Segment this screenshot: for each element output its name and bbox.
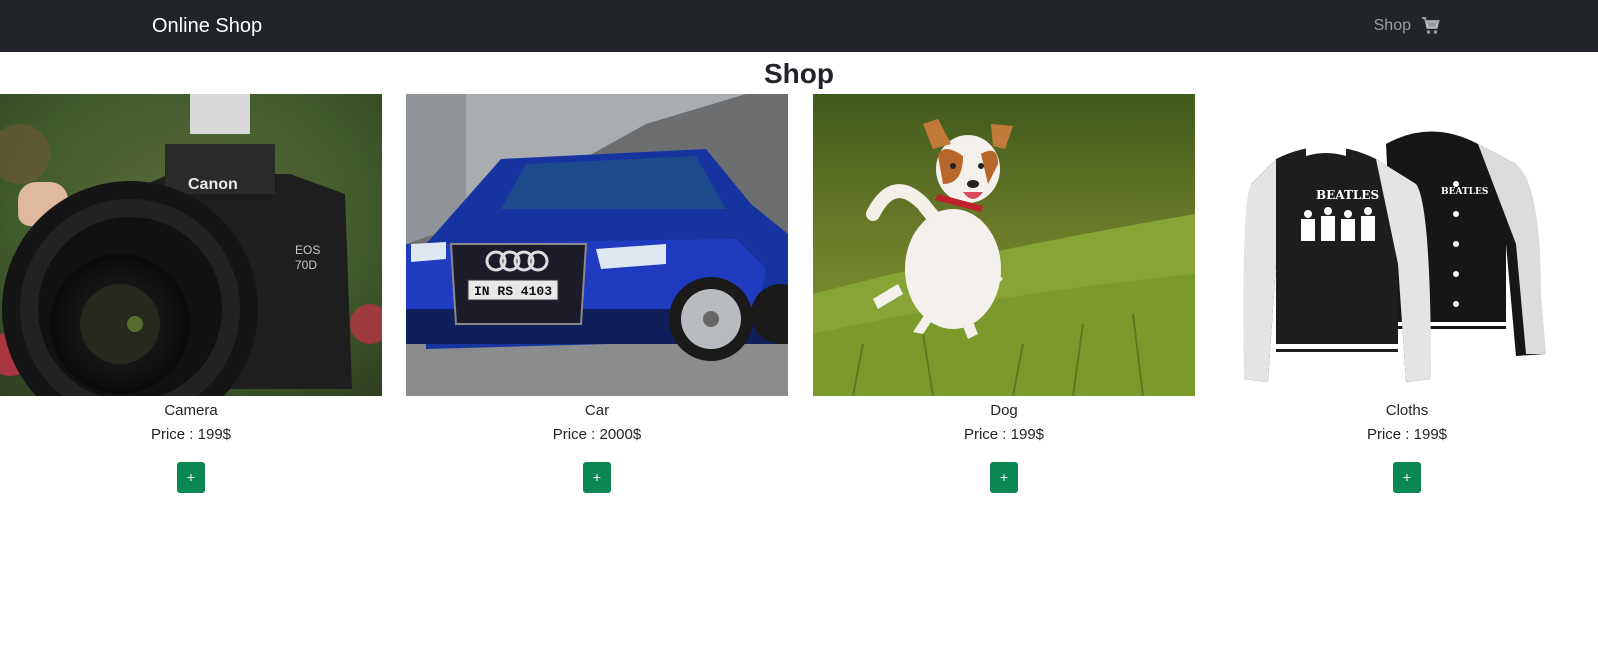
svg-text:70D: 70D <box>295 258 317 272</box>
svg-text:EOS: EOS <box>295 243 320 257</box>
product-name: Dog <box>990 402 1018 419</box>
add-to-cart-button[interactable]: + <box>990 462 1018 493</box>
product-name: Cloths <box>1385 402 1429 419</box>
nav-link-shop[interactable]: Shop <box>1374 15 1411 37</box>
add-to-cart-button[interactable]: + <box>583 462 611 493</box>
svg-text:IN RS 4103: IN RS 4103 <box>474 284 552 299</box>
navbar: Online Shop Shop <box>0 0 1598 52</box>
svg-text:BEATLES: BEATLES <box>1316 188 1379 202</box>
add-to-cart-button[interactable]: + <box>177 462 205 493</box>
product-image-cloths: BEATLES BEATLES <box>1216 94 1598 396</box>
product-image-dog <box>813 94 1195 396</box>
product-grid: Canon EOS 70D Camera Price : 199$ + IN R… <box>0 94 1598 514</box>
product-card-cloths: BEATLES BEATLES Cloths Price : 199$ + <box>1216 94 1598 493</box>
product-card-camera: Canon EOS 70D Camera Price : 199$ + <box>0 94 382 493</box>
product-card-car: IN RS 4103 Car Price : 2000$ + <box>406 94 788 493</box>
product-price: Price : 199$ <box>1366 426 1448 443</box>
product-price: Price : 2000$ <box>552 426 642 443</box>
svg-text:Canon: Canon <box>188 176 238 193</box>
product-name: Camera <box>164 402 218 419</box>
product-card-dog: Dog Price : 199$ + <box>813 94 1195 493</box>
product-price: Price : 199$ <box>963 426 1045 443</box>
page-title: Shop <box>764 58 834 89</box>
product-price: Price : 199$ <box>150 426 232 443</box>
product-image-camera: Canon EOS 70D <box>0 94 382 396</box>
svg-text:BEATLES: BEATLES <box>1441 187 1488 197</box>
product-image-car: IN RS 4103 <box>406 94 788 396</box>
shopping-cart-icon[interactable] <box>1421 16 1441 36</box>
nav-right: Shop <box>1374 15 1441 37</box>
add-to-cart-button[interactable]: + <box>1393 462 1421 493</box>
brand-link[interactable]: Online Shop <box>152 13 262 39</box>
product-name: Car <box>584 402 610 419</box>
